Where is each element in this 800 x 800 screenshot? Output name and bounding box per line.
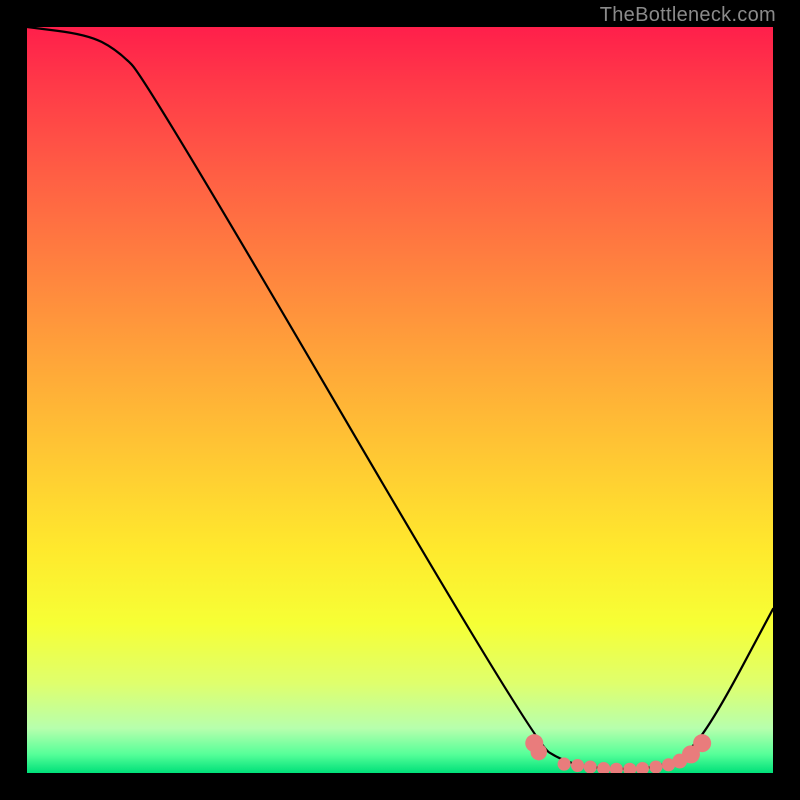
chart-marker [610, 763, 623, 773]
chart-marker [597, 762, 610, 773]
chart-stage: TheBottleneck.com [0, 0, 800, 800]
chart-marker [571, 759, 584, 772]
chart-marker [558, 757, 571, 770]
chart-marker [531, 744, 547, 760]
chart-overlay-svg [27, 27, 773, 773]
watermark-text: TheBottleneck.com [600, 4, 776, 27]
chart-marker [649, 760, 662, 773]
chart-marker [636, 762, 649, 773]
chart-marker [693, 734, 711, 752]
chart-curve [27, 27, 773, 769]
chart-marker [623, 763, 636, 773]
chart-plot-area [27, 27, 773, 773]
chart-marker [584, 760, 597, 773]
